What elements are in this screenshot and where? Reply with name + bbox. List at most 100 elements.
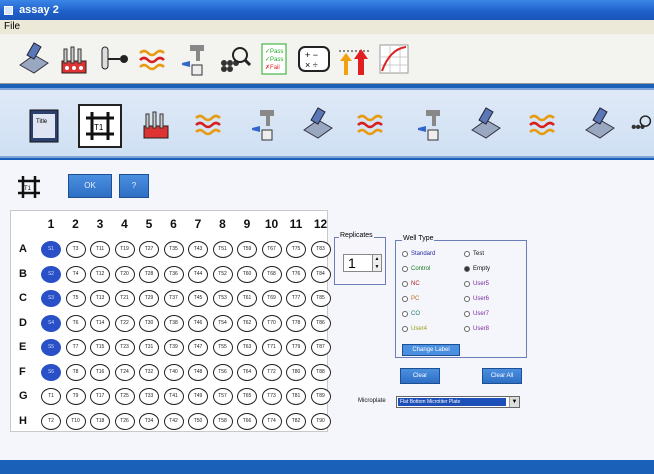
well[interactable]: T8 (65, 363, 86, 381)
well[interactable]: T16 (90, 363, 110, 381)
well-type-option[interactable]: User8 (464, 326, 489, 332)
radio-icon[interactable] (464, 296, 470, 302)
well[interactable]: T65 (237, 388, 257, 405)
dispense-plate-icon[interactable] (298, 104, 338, 144)
well[interactable]: T47 (188, 339, 208, 356)
well-type-option[interactable]: User5 (464, 281, 489, 287)
well-type-option[interactable]: Control (402, 266, 430, 272)
radio-icon[interactable] (402, 296, 408, 302)
change-label-button[interactable]: Change Label (402, 344, 460, 356)
wash-tap-icon[interactable] (410, 104, 450, 144)
well[interactable]: T77 (286, 290, 306, 307)
well[interactable]: T17 (90, 388, 110, 405)
well[interactable]: T22 (114, 314, 135, 332)
row-header[interactable]: B (19, 268, 27, 280)
replicates-input[interactable]: 1 (343, 254, 373, 272)
well[interactable]: T69 (261, 290, 282, 307)
well[interactable]: T80 (286, 363, 306, 381)
well[interactable]: S3 (41, 290, 61, 307)
help-button[interactable]: ? (119, 174, 149, 198)
radio-icon[interactable] (464, 251, 470, 257)
well[interactable]: T30 (139, 314, 159, 332)
well-type-option[interactable]: NC (402, 281, 420, 287)
well[interactable]: T90 (310, 412, 331, 430)
cutoff-arrows-icon[interactable] (334, 39, 374, 79)
well[interactable]: T73 (261, 388, 282, 405)
well[interactable]: T29 (139, 290, 159, 307)
well[interactable]: T21 (114, 290, 135, 307)
column-header[interactable]: 5 (137, 217, 161, 231)
radio-icon[interactable] (464, 266, 470, 272)
well[interactable]: T59 (237, 241, 257, 258)
plate-layout-icon[interactable]: T1 (78, 104, 122, 148)
well[interactable]: T70 (261, 314, 282, 332)
read-magnifier-icon[interactable] (214, 39, 254, 79)
radio-icon[interactable] (402, 326, 408, 332)
column-header[interactable]: 12 (309, 217, 333, 231)
well[interactable]: T67 (261, 241, 282, 258)
column-header[interactable]: 6 (162, 217, 186, 231)
well[interactable]: T52 (212, 265, 233, 283)
well[interactable]: T23 (114, 339, 135, 356)
well[interactable]: T18 (90, 412, 110, 430)
well-type-option[interactable]: CO (402, 311, 420, 317)
dispense-plate-icon[interactable] (14, 39, 54, 79)
well[interactable]: T15 (90, 339, 110, 356)
well[interactable]: T34 (139, 412, 159, 430)
row-header[interactable]: C (19, 292, 27, 304)
column-header[interactable]: 1 (39, 217, 63, 231)
incubate-waves-icon[interactable] (524, 104, 564, 144)
well[interactable]: T48 (188, 363, 208, 381)
well[interactable]: T50 (188, 412, 208, 430)
incubate-waves-icon[interactable] (134, 39, 174, 79)
pass-fail-report-icon[interactable]: ✓Pass ✓Pass ✗Fail (254, 39, 294, 79)
well[interactable]: T7 (65, 339, 86, 356)
well[interactable]: T62 (237, 314, 257, 332)
well[interactable]: T79 (286, 339, 306, 356)
well[interactable]: T66 (237, 412, 257, 430)
well[interactable]: T33 (139, 388, 159, 405)
well[interactable]: T63 (237, 339, 257, 356)
well[interactable]: T27 (139, 241, 159, 258)
well[interactable]: T72 (261, 363, 282, 381)
radio-icon[interactable] (464, 281, 470, 287)
well[interactable]: T4 (65, 265, 86, 283)
well[interactable]: T86 (310, 314, 331, 332)
well[interactable]: T10 (65, 412, 86, 430)
radio-icon[interactable] (402, 266, 408, 272)
well[interactable]: S4 (41, 314, 61, 332)
well[interactable]: T1 (41, 388, 61, 405)
well[interactable]: T2 (41, 412, 61, 430)
column-header[interactable]: 9 (235, 217, 259, 231)
replicates-spinner[interactable]: ▲ ▼ (372, 254, 382, 272)
row-header[interactable]: E (19, 341, 26, 353)
well-type-option[interactable]: Empty (464, 266, 490, 272)
well[interactable]: T87 (310, 339, 331, 356)
well[interactable]: T54 (212, 314, 233, 332)
well[interactable]: T26 (114, 412, 135, 430)
row-header[interactable]: A (19, 243, 27, 255)
well[interactable]: S2 (41, 265, 61, 283)
well[interactable]: T53 (212, 290, 233, 307)
well[interactable]: T13 (90, 290, 110, 307)
well[interactable]: T81 (286, 388, 306, 405)
sample-tubes-icon[interactable] (54, 39, 94, 79)
well[interactable]: T35 (163, 241, 184, 258)
well[interactable]: T42 (163, 412, 184, 430)
well-type-option[interactable]: User6 (464, 296, 489, 302)
dispense-plate-icon[interactable] (466, 104, 506, 144)
well[interactable]: T37 (163, 290, 184, 307)
well[interactable]: T84 (310, 265, 331, 283)
well-type-option[interactable]: Test (464, 251, 484, 257)
wash-tap-icon[interactable] (174, 39, 214, 79)
well[interactable]: T75 (286, 241, 306, 258)
well[interactable]: T83 (310, 241, 331, 258)
well[interactable]: T57 (212, 388, 233, 405)
well[interactable]: T31 (139, 339, 159, 356)
column-header[interactable]: 8 (211, 217, 235, 231)
well[interactable]: T71 (261, 339, 282, 356)
incubate-waves-icon[interactable] (352, 104, 392, 144)
well[interactable]: T28 (139, 265, 159, 283)
well[interactable]: T51 (212, 241, 233, 258)
well[interactable]: T60 (237, 265, 257, 283)
